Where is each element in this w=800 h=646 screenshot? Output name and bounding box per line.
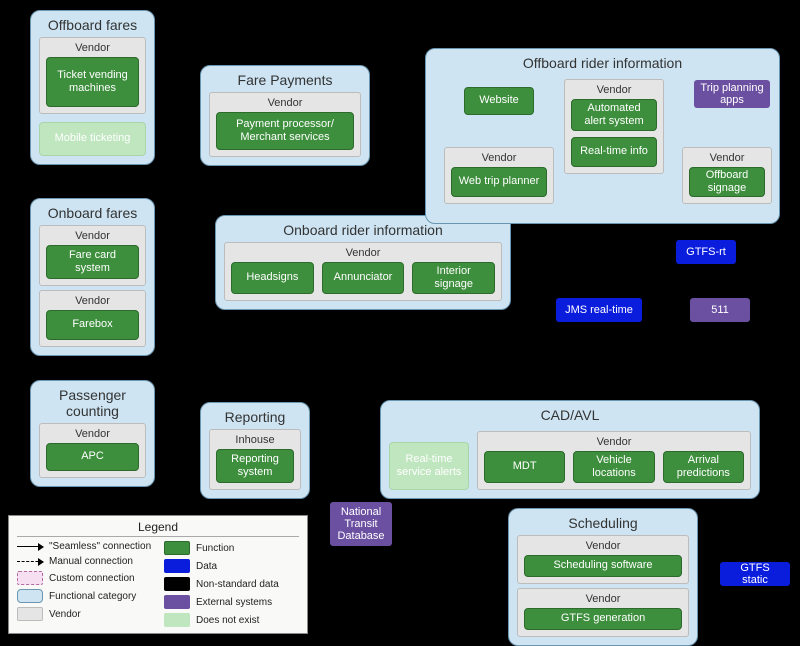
legend-title: Legend — [17, 520, 299, 537]
func-vehicle-locations: Vehicle locations — [573, 451, 654, 483]
func-farecard: Fare card system — [46, 245, 139, 279]
inhouse-label: Inhouse — [216, 434, 294, 446]
category-passenger-counting: Passenger counting Vendor APC — [30, 380, 155, 487]
legend-label: Function — [196, 543, 234, 554]
vendor-box: Vendor Fare card system — [39, 225, 146, 286]
category-title: Passenger counting — [39, 387, 146, 419]
category-fare-payments: Fare Payments Vendor Payment processor/ … — [200, 65, 370, 166]
vendor-box: Vendor Headsigns Annunciator Interior si… — [224, 242, 502, 301]
vendor-label: Vendor — [524, 540, 682, 552]
data-gtfs-static: GTFS static — [720, 562, 790, 586]
category-offboard-fares: Offboard fares Vendor Ticket vending mac… — [30, 10, 155, 165]
func-apc: APC — [46, 443, 139, 471]
func-mobile-ticketing: Mobile ticketing — [39, 122, 146, 156]
legend-label: Manual connection — [49, 556, 133, 567]
func-tvm: Ticket vending machines — [46, 57, 139, 107]
ext-ntd: National Transit Database — [330, 502, 392, 546]
vendor-box: Vendor APC — [39, 423, 146, 478]
func-mdt: MDT — [484, 451, 565, 483]
vendor-box: Vendor Payment processor/ Merchant servi… — [209, 92, 361, 157]
func-gtfs-generation: GTFS generation — [524, 608, 682, 630]
func-reporting-system: Reporting system — [216, 449, 294, 483]
vendor-label: Vendor — [524, 593, 682, 605]
func-payment-processor: Payment processor/ Merchant services — [216, 112, 354, 150]
func-rt-service-alerts: Real-time service alerts — [389, 442, 469, 490]
legend-label: Vendor — [49, 609, 81, 620]
category-title: Onboard rider information — [224, 222, 502, 238]
legend-label: External systems — [196, 597, 272, 608]
func-arrival-predictions: Arrival predictions — [663, 451, 744, 483]
vendor-label: Vendor — [231, 247, 495, 259]
category-title: Scheduling — [517, 515, 689, 531]
func-offboard-signage: Offboard signage — [689, 167, 765, 197]
ext-511: 511 — [690, 298, 750, 322]
category-title: Reporting — [209, 409, 301, 425]
func-website: Website — [464, 87, 534, 115]
vendor-box: Vendor Farebox — [39, 290, 146, 347]
func-realtime-info: Real-time info — [571, 137, 657, 167]
legend-item: Function — [164, 541, 299, 555]
vendor-label: Vendor — [46, 42, 139, 54]
legend-item: External systems — [164, 595, 299, 609]
func-annunciator: Annunciator — [322, 262, 405, 294]
vendor-box: Vendor Ticket vending machines — [39, 37, 146, 114]
vendor-box: Vendor Automated alert system Real-time … — [564, 79, 664, 174]
legend-label: Functional category — [49, 591, 136, 602]
category-title: CAD/AVL — [389, 407, 751, 423]
category-onboard-fares: Onboard fares Vendor Fare card system Ve… — [30, 198, 155, 356]
vendor-label: Vendor — [571, 84, 657, 96]
legend-item: Manual connection — [17, 556, 152, 567]
vendor-label: Vendor — [484, 436, 744, 448]
func-farebox: Farebox — [46, 310, 139, 340]
category-onboard-rider: Onboard rider information Vendor Headsig… — [215, 215, 511, 310]
category-scheduling: Scheduling Vendor Scheduling software Ve… — [508, 508, 698, 646]
vendor-label: Vendor — [216, 97, 354, 109]
func-headsigns: Headsigns — [231, 262, 314, 294]
legend-label: Does not exist — [196, 615, 259, 626]
vendor-label: Vendor — [46, 230, 139, 242]
legend-label: "Seamless" connection — [49, 541, 151, 552]
data-gtfs-rt: GTFS-rt — [676, 240, 736, 264]
vendor-box: Vendor Scheduling software — [517, 535, 689, 584]
vendor-box: Vendor Web trip planner — [444, 147, 554, 204]
legend-item: Vendor — [17, 607, 152, 621]
legend-label: Data — [196, 561, 217, 572]
category-title: Fare Payments — [209, 72, 361, 88]
legend-item: Data — [164, 559, 299, 573]
func-web-trip-planner: Web trip planner — [451, 167, 547, 197]
inhouse-box: Inhouse Reporting system — [209, 429, 301, 490]
legend-item: Non-standard data — [164, 577, 299, 591]
vendor-box: Vendor GTFS generation — [517, 588, 689, 637]
legend-item: "Seamless" connection — [17, 541, 152, 552]
vendor-label: Vendor — [451, 152, 547, 164]
category-offboard-rider: Offboard rider information Website Vendo… — [425, 48, 780, 224]
legend-label: Non-standard data — [196, 579, 279, 590]
legend-item: Does not exist — [164, 613, 299, 627]
category-title: Onboard fares — [39, 205, 146, 221]
ext-trip-planning-apps: Trip planning apps — [694, 80, 770, 108]
func-interior-signage: Interior signage — [412, 262, 495, 294]
vendor-box: Vendor Offboard signage — [682, 147, 772, 204]
legend-label: Custom connection — [49, 573, 135, 584]
vendor-label: Vendor — [46, 428, 139, 440]
vendor-label: Vendor — [689, 152, 765, 164]
category-title: Offboard rider information — [434, 55, 771, 71]
data-jms-realtime: JMS real-time — [556, 298, 642, 322]
func-scheduling-software: Scheduling software — [524, 555, 682, 577]
legend-item: Custom connection — [17, 571, 152, 585]
category-cad-avl: CAD/AVL Real-time service alerts Vendor … — [380, 400, 760, 499]
category-title: Offboard fares — [39, 17, 146, 33]
category-reporting: Reporting Inhouse Reporting system — [200, 402, 310, 499]
legend: Legend "Seamless" connection Manual conn… — [8, 515, 308, 634]
vendor-box: Vendor MDT Vehicle locations Arrival pre… — [477, 431, 751, 490]
legend-item: Functional category — [17, 589, 152, 603]
func-alert-system: Automated alert system — [571, 99, 657, 131]
vendor-label: Vendor — [46, 295, 139, 307]
